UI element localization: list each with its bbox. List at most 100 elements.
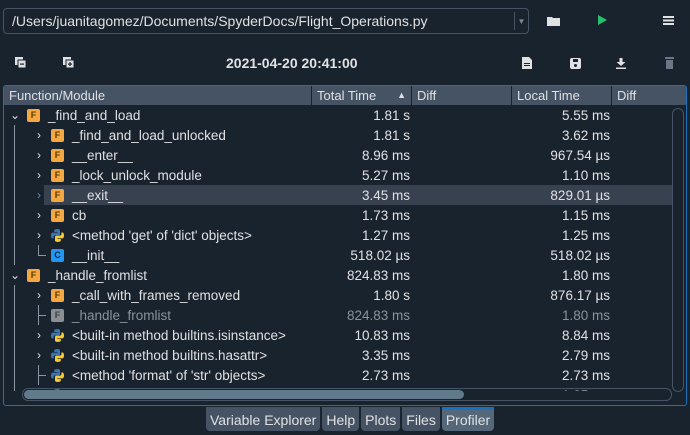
- local-time: 3.62 ms: [561, 127, 610, 143]
- class-icon: C: [51, 248, 64, 262]
- scrollbar-thumb[interactable]: [24, 390, 464, 399]
- function-name: <method 'get' of 'dict' objects>: [72, 227, 252, 243]
- python-icon: [51, 368, 64, 382]
- vertical-scrollbar[interactable]: [672, 108, 684, 392]
- function-name: cb: [72, 207, 87, 223]
- local-time: 1.10 ms: [561, 167, 610, 183]
- tree-line: [14, 165, 15, 185]
- function-icon: F: [51, 168, 64, 182]
- chevron-right-icon[interactable]: ›: [33, 348, 45, 362]
- tab-files[interactable]: Files: [402, 407, 440, 431]
- table-row[interactable]: › F __exit__ 3.45 ms 829.01 µs: [4, 185, 672, 205]
- table-row[interactable]: › F _find_and_load_unlocked 1.81 s 3.62 ms: [4, 125, 672, 145]
- total-time: 518.02 µs: [350, 247, 410, 263]
- function-icon: F: [51, 308, 64, 322]
- file-path-combobox[interactable]: /Users/juanitagomez/Documents/SpyderDocs…: [3, 8, 529, 34]
- text-file-icon[interactable]: [519, 55, 535, 71]
- profiler-tree[interactable]: Function/Module Total Time ▲ Diff Local T…: [3, 85, 687, 406]
- horizontal-scrollbar[interactable]: [22, 388, 672, 401]
- dropdown-arrow-icon[interactable]: ▼: [514, 12, 528, 30]
- column-diff[interactable]: Diff: [412, 86, 512, 105]
- tab-help[interactable]: Help: [322, 407, 360, 431]
- local-time: 2.79 ms: [561, 347, 610, 363]
- chevron-right-icon[interactable]: ›: [33, 148, 45, 162]
- function-name: <built-in method builtins.hasattr>: [72, 347, 268, 363]
- tree-branch: [38, 315, 46, 316]
- column-header: Function/Module Total Time ▲ Diff Local T…: [4, 86, 686, 105]
- tree-line: [14, 185, 15, 205]
- chevron-right-icon[interactable]: ›: [33, 288, 45, 302]
- chevron-down-icon[interactable]: ⌄: [9, 268, 21, 282]
- tree-line: [14, 225, 15, 245]
- trash-icon[interactable]: [661, 55, 677, 71]
- tab-profiler[interactable]: Profiler: [441, 407, 495, 431]
- table-row[interactable]: › Fcb 1.73 ms 1.15 ms: [4, 205, 672, 225]
- column-function-module[interactable]: Function/Module: [4, 86, 312, 105]
- local-time: 829.01 µs: [550, 187, 610, 203]
- tree-line: [14, 385, 15, 391]
- local-time: 876.17 µs: [550, 287, 610, 303]
- function-name: _lock_unlock_module: [72, 167, 202, 183]
- function-icon: F: [51, 208, 64, 222]
- tree-branch: [38, 375, 46, 376]
- table-row[interactable]: › <built-in method builtins.isinstance> 10…: [4, 325, 672, 345]
- total-time: 824.83 ms: [346, 307, 410, 323]
- total-time: 5.27 ms: [361, 167, 410, 183]
- download-icon[interactable]: [613, 55, 629, 71]
- column-local-diff[interactable]: Diff: [612, 86, 686, 105]
- chevron-right-icon[interactable]: ›: [33, 228, 45, 242]
- expand-icon[interactable]: [61, 55, 77, 71]
- function-name: <method 'format' of 'str' objects>: [72, 367, 266, 383]
- local-time: 1.25 ms: [561, 227, 610, 243]
- collapse-icon[interactable]: [13, 55, 29, 71]
- table-row[interactable]: › <method 'get' of 'dict' objects> 1.27 ms…: [4, 225, 672, 245]
- tree-line: [38, 245, 39, 255]
- table-row[interactable]: C __init__ 518.02 µs 518.02 µs: [4, 245, 672, 265]
- table-row[interactable]: › F _call_with_frames_removed 1.80 s 876.17 …: [4, 285, 672, 305]
- tree-line: [14, 345, 15, 365]
- table-row[interactable]: ⌄ F _handle_fromlist 824.83 ms 1.80 ms: [4, 265, 672, 285]
- function-icon: F: [51, 188, 64, 202]
- tab-variable-explorer[interactable]: Variable Explorer: [206, 407, 321, 431]
- function-name: _call_with_frames_removed: [72, 287, 241, 303]
- table-row[interactable]: › <built-in method builtins.hasattr> 3.35 …: [4, 345, 672, 365]
- column-local-time[interactable]: Local Time: [512, 86, 612, 105]
- table-row[interactable]: ⌄ F _find_and_load 1.81 s 5.55 ms: [4, 105, 672, 125]
- tree-line: [14, 205, 15, 225]
- chevron-right-icon[interactable]: ›: [33, 168, 45, 182]
- total-time: 1.81 s: [373, 127, 410, 143]
- local-time: 1.80 ms: [561, 307, 610, 323]
- total-time: 824.83 ms: [346, 267, 410, 283]
- local-time: 518.02 µs: [550, 247, 610, 263]
- run-icon[interactable]: [594, 12, 610, 28]
- function-name: _find_and_load: [48, 107, 141, 123]
- table-row[interactable]: <method 'format' of 'str' objects> 2.73 m…: [4, 365, 672, 385]
- table-row[interactable]: › F __enter__ 8.96 ms 967.54 µs: [4, 145, 672, 165]
- tree-rows: ⌄ F _find_and_load 1.81 s 5.55 ms › F _find_and…: [4, 105, 672, 391]
- total-time: 3.35 ms: [361, 347, 410, 363]
- tree-line: [14, 305, 15, 325]
- chevron-right-icon[interactable]: ›: [33, 188, 45, 202]
- tree-line: [14, 365, 15, 385]
- table-row[interactable]: F _handle_fromlist 824.83 ms 1.80 ms: [4, 305, 672, 325]
- sort-ascending-icon: ▲: [397, 90, 406, 100]
- tree-line: [14, 125, 15, 145]
- total-time: 8.96 ms: [361, 147, 410, 163]
- menu-icon[interactable]: [660, 12, 676, 28]
- chevron-right-icon[interactable]: ›: [33, 208, 45, 222]
- chevron-right-icon[interactable]: ›: [33, 128, 45, 142]
- function-name: _handle_fromlist: [48, 267, 148, 283]
- chevron-right-icon[interactable]: ›: [33, 328, 45, 342]
- local-time: 2.73 ms: [561, 367, 610, 383]
- save-icon[interactable]: [567, 55, 583, 71]
- open-folder-icon[interactable]: [545, 12, 561, 28]
- column-total-time[interactable]: Total Time ▲: [312, 86, 412, 105]
- chevron-down-icon[interactable]: ⌄: [9, 108, 21, 122]
- tab-plots[interactable]: Plots: [361, 407, 401, 431]
- local-time: 1.80 ms: [561, 267, 610, 283]
- total-time: 1.81 s: [373, 107, 410, 123]
- function-icon: F: [27, 268, 40, 282]
- table-row[interactable]: › F _lock_unlock_module 5.27 ms 1.10 ms: [4, 165, 672, 185]
- function-name: __init__: [72, 247, 120, 263]
- python-icon: [51, 328, 64, 342]
